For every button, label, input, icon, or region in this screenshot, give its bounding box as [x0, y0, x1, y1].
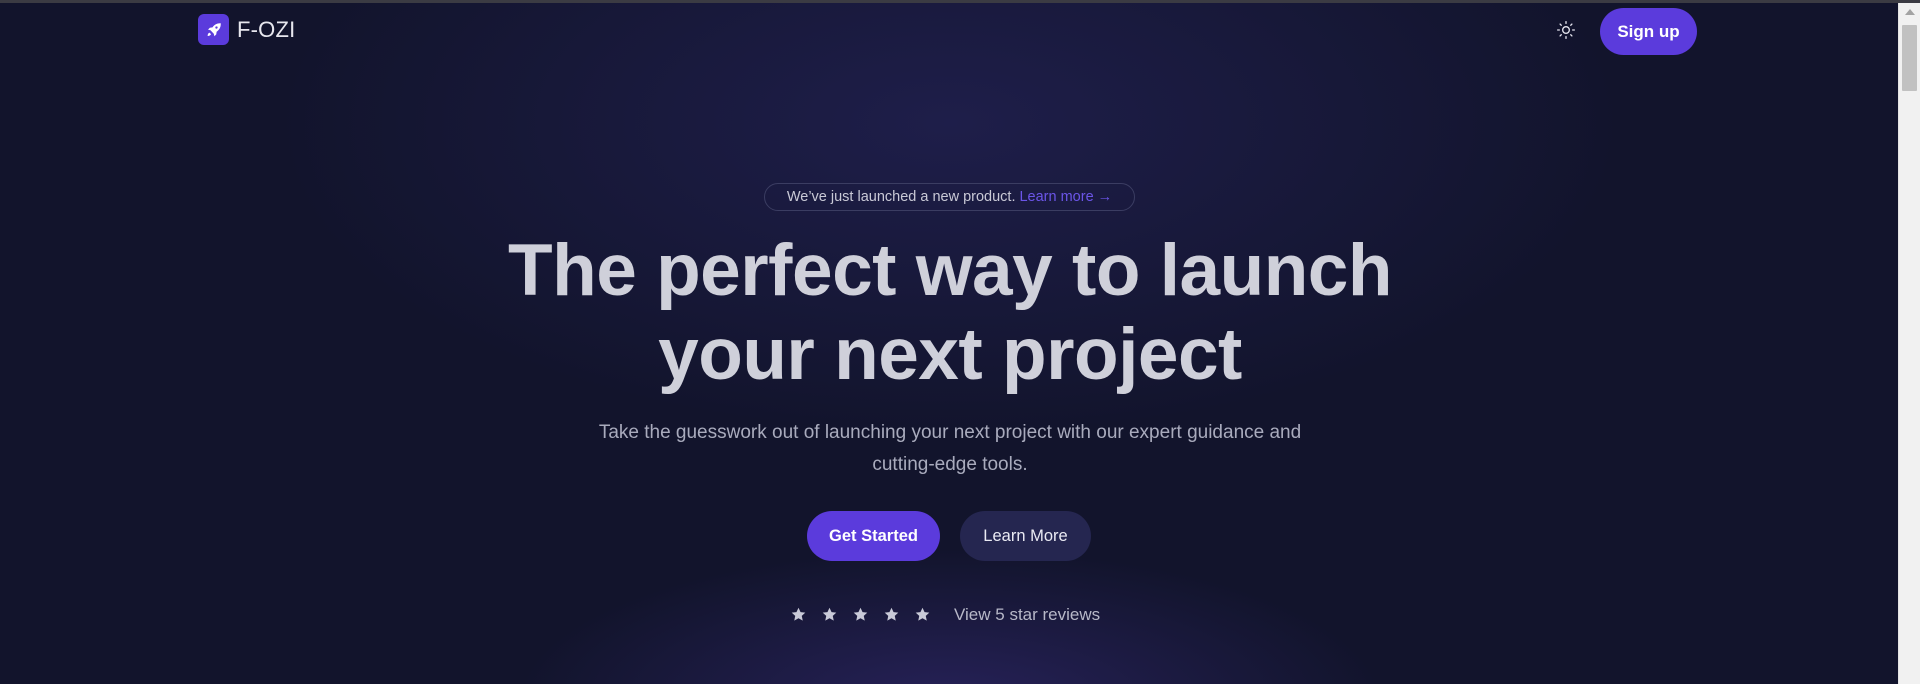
- rocket-icon: [198, 14, 229, 45]
- page-title: The perfect way to launch your next proj…: [450, 229, 1450, 397]
- landing-page: F-OZI Sign up We’ve just launched a new …: [0, 3, 1898, 684]
- learn-more-button[interactable]: Learn More: [960, 511, 1091, 561]
- subtext-line-1: Take the guesswork out of launching your…: [598, 422, 1302, 443]
- announcement-badge: We’ve just launched a new product. Learn…: [764, 183, 1135, 211]
- star-rating: [788, 604, 943, 624]
- get-started-button[interactable]: Get Started: [807, 511, 940, 561]
- star-icon: [912, 604, 932, 624]
- headline-line-2: your next project: [658, 314, 1242, 395]
- star-icon: [819, 604, 839, 624]
- signup-button[interactable]: Sign up: [1600, 8, 1697, 55]
- brand-name: F-OZI: [237, 16, 296, 42]
- star-icon: [850, 604, 870, 624]
- headline-line-1: The perfect way to launch: [508, 230, 1392, 311]
- view-reviews-link[interactable]: View 5 star reviews: [954, 604, 1100, 626]
- brand-logo[interactable]: F-OZI: [198, 14, 295, 45]
- theme-toggle-button[interactable]: [1554, 18, 1578, 42]
- star-icon: [788, 604, 808, 624]
- star-icon: [881, 604, 901, 624]
- vertical-scrollbar[interactable]: [1898, 3, 1920, 684]
- learn-more-link[interactable]: Learn more →: [1019, 189, 1112, 205]
- sun-icon: [1557, 21, 1575, 39]
- scrollbar-thumb[interactable]: [1902, 25, 1917, 91]
- hero-subtext: Take the guesswork out of launching your…: [540, 417, 1360, 481]
- announcement-text: We’ve just launched a new product.: [786, 189, 1016, 205]
- scroll-up-arrow-icon[interactable]: [1899, 3, 1920, 21]
- subtext-line-2: cutting-edge tools.: [872, 454, 1028, 475]
